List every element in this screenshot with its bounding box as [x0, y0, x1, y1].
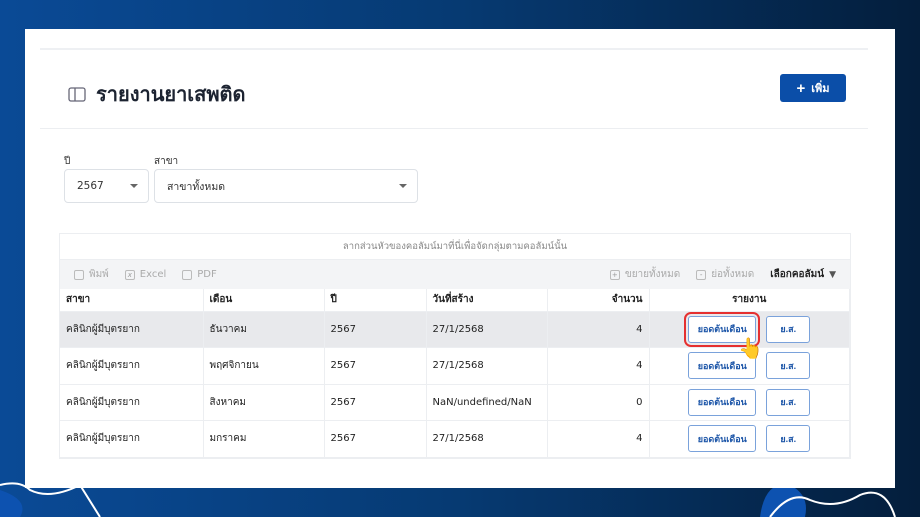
pdf-icon: [182, 269, 193, 280]
column-header[interactable]: สาขา: [60, 289, 204, 312]
hand-cursor-icon: 👆: [738, 336, 763, 360]
cell-created: 27/1/2568: [426, 420, 548, 458]
table-row[interactable]: คลินิกผู้มีบุตรยาก พฤศจิกายน 2567 27/1/2…: [60, 347, 850, 385]
branch-select[interactable]: สาขาทั้งหมด: [154, 169, 418, 203]
print-label: พิมพ์: [89, 269, 109, 280]
main-panel: รายงานยาเสพติด + เพิ่ม ปี สาขา 2567 สาขาท…: [25, 29, 895, 488]
opening-balance-button[interactable]: ยอดต้นเดือน: [688, 425, 757, 453]
cell-year: 2567: [324, 420, 427, 458]
add-label: เพิ่ม: [811, 83, 830, 95]
data-grid: ลากส่วนหัวของคอลัมน์มาที่นี่เพื่อจัดกลุ่…: [59, 233, 851, 459]
cell-created: NaN/undefined/NaN: [426, 384, 548, 421]
column-chooser-label: เลือกคอลัมน์: [770, 269, 825, 280]
cell-month: พฤศจิกายน: [203, 347, 325, 385]
column-header[interactable]: วันที่สร้าง: [426, 289, 548, 312]
ys-report-button[interactable]: ย.ส.: [766, 388, 811, 416]
branch-value: สาขาทั้งหมด: [167, 180, 226, 193]
collapse-all-label: ย่อทั้งหมด: [711, 269, 755, 280]
branch-label: สาขา: [154, 156, 179, 167]
column-chooser[interactable]: เลือกคอลัมน์ ▼: [770, 267, 836, 282]
cell-count: 4: [547, 311, 650, 348]
report-card: รายงานยาเสพติด + เพิ่ม ปี สาขา 2567 สาขาท…: [40, 48, 868, 464]
print-button[interactable]: พิมพ์: [74, 267, 109, 282]
table-row[interactable]: คลินิกผู้มีบุตรยาก สิงหาคม 2567 NaN/unde…: [60, 384, 850, 421]
cell-year: 2567: [324, 311, 427, 348]
cell-branch: คลินิกผู้มีบุตรยาก: [60, 311, 204, 348]
cell-count: 0: [547, 384, 650, 421]
cell-branch: คลินิกผู้มีบุตรยาก: [60, 384, 204, 421]
cell-month: สิงหาคม: [203, 384, 325, 421]
cell-count: 4: [547, 420, 650, 458]
column-header[interactable]: จำนวน: [547, 289, 650, 312]
cell-branch: คลินิกผู้มีบุตรยาก: [60, 420, 204, 458]
cell-report: ยอดต้นเดือน ย.ส.: [649, 420, 850, 458]
printer-icon: [74, 269, 84, 280]
chevron-down-icon: [399, 184, 407, 188]
year-value: 2567: [77, 180, 104, 192]
collapse-icon: -: [696, 269, 707, 280]
opening-balance-button[interactable]: ยอดต้นเดือน: [688, 388, 757, 416]
pdf-button[interactable]: PDF: [182, 269, 217, 280]
year-select[interactable]: 2567: [64, 169, 149, 203]
grid-toolbar: พิมพ์ x Excel PDF + ขยายทั้งหมด - ย่อทั้งหม…: [60, 260, 850, 289]
report-table: สาขา เดือน ปี วันที่สร้าง จำนวน รายงาน ค…: [60, 289, 850, 458]
sidebar-panel-icon[interactable]: [68, 86, 86, 102]
ys-report-button[interactable]: ย.ส.: [766, 352, 811, 380]
collapse-all-button[interactable]: - ย่อทั้งหมด: [696, 267, 754, 282]
cell-year: 2567: [324, 347, 427, 385]
chevron-down-icon: [130, 184, 138, 188]
expand-all-button[interactable]: + ขยายทั้งหมด: [609, 267, 681, 282]
ys-report-button[interactable]: ย.ส.: [766, 425, 811, 453]
expand-all-label: ขยายทั้งหมด: [624, 269, 681, 280]
cell-report: ยอดต้นเดือน ย.ส.: [649, 384, 850, 421]
ys-report-button[interactable]: ย.ส.: [766, 315, 811, 343]
expand-icon: +: [609, 269, 620, 280]
column-header[interactable]: ปี: [324, 289, 427, 312]
cell-year: 2567: [324, 384, 427, 421]
add-button[interactable]: + เพิ่ม: [780, 74, 846, 102]
group-panel[interactable]: ลากส่วนหัวของคอลัมน์มาที่นี่เพื่อจัดกลุ่…: [60, 234, 850, 260]
excel-icon: x: [124, 269, 135, 280]
page-title: รายงานยาเสพติด: [96, 82, 246, 106]
excel-button[interactable]: x Excel: [124, 269, 167, 280]
excel-label: Excel: [139, 269, 167, 280]
cell-month: ธันวาคม: [203, 311, 325, 348]
column-header[interactable]: รายงาน: [649, 289, 850, 312]
cell-branch: คลินิกผู้มีบุตรยาก: [60, 347, 204, 385]
cell-month: มกราคม: [203, 420, 325, 458]
cell-created: 27/1/2568: [426, 311, 548, 348]
pdf-label: PDF: [197, 269, 217, 280]
table-row[interactable]: คลินิกผู้มีบุตรยาก ธันวาคม 2567 27/1/256…: [60, 311, 850, 348]
year-label: ปี: [64, 156, 71, 167]
table-row[interactable]: คลินิกผู้มีบุตรยาก มกราคม 2567 27/1/2568…: [60, 420, 850, 458]
cell-created: 27/1/2568: [426, 347, 548, 385]
column-header[interactable]: เดือน: [203, 289, 325, 312]
divider: [40, 128, 868, 129]
cell-count: 4: [547, 347, 650, 385]
plus-icon: +: [796, 79, 806, 97]
chevron-down-icon: ▼: [829, 269, 836, 280]
